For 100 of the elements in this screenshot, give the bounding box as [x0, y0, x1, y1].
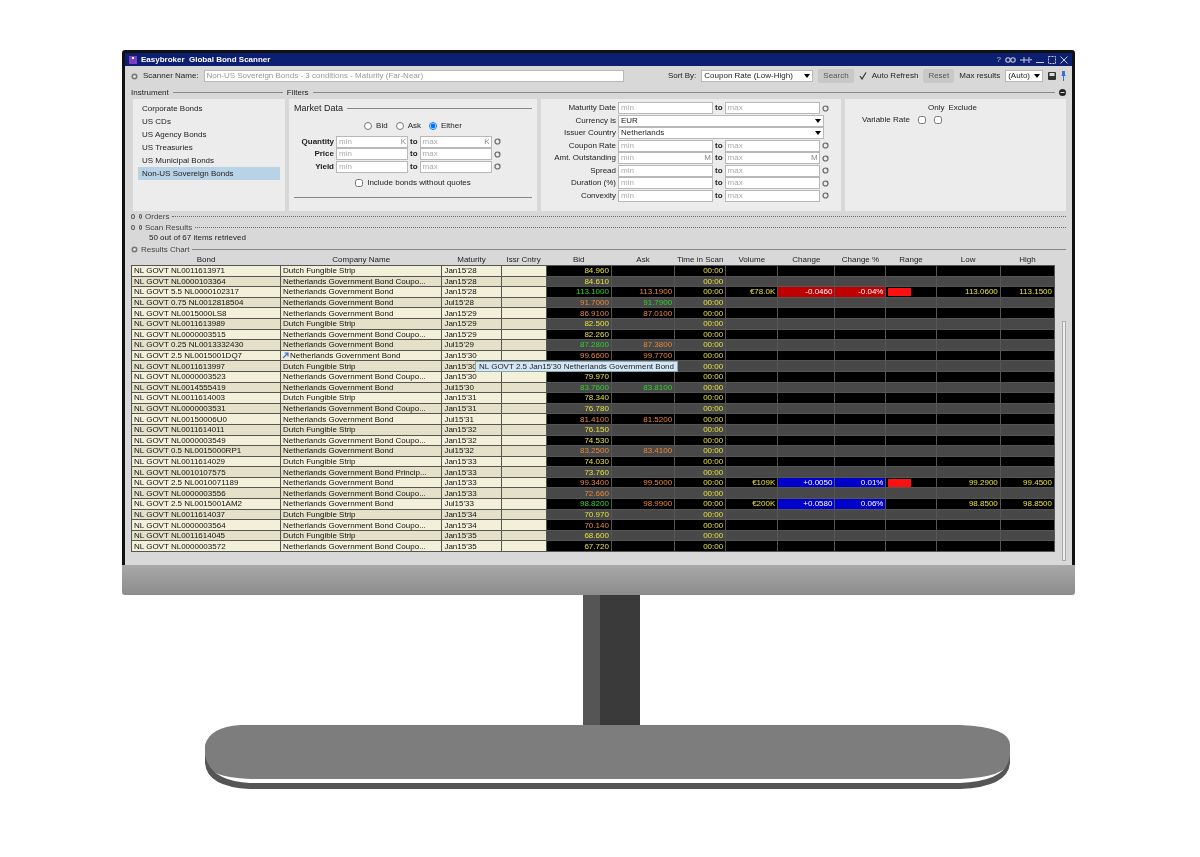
refresh-icon[interactable]	[821, 154, 829, 162]
min-field[interactable]: min	[618, 102, 713, 115]
table-cell: NL GOVT NL0000003556	[134, 488, 226, 498]
max-field[interactable]: max	[724, 164, 820, 177]
column-header[interactable]: Time in Scan	[674, 255, 726, 266]
help-button[interactable]: ?	[996, 55, 1001, 64]
table-cell: 00:00	[703, 308, 724, 318]
table-cell: NL GOVT 0.25 NL0013332430	[134, 340, 244, 350]
table-cell: 82.500	[584, 319, 609, 329]
filter-label: Issuer Country	[562, 127, 616, 140]
save-icon[interactable]	[1048, 72, 1056, 80]
change-cell: -0.04%	[834, 286, 886, 298]
maximize-icon[interactable]	[1048, 55, 1056, 64]
refresh-icon[interactable]	[493, 150, 501, 158]
table-cell: 70.970	[584, 510, 609, 519]
table-cell: 76.780	[584, 404, 609, 413]
table-cell: €200K	[752, 499, 776, 509]
refresh-icon[interactable]	[821, 192, 829, 200]
refresh-icon[interactable]	[821, 179, 829, 187]
flag-label: Variable Rate	[862, 114, 910, 126]
close-icon[interactable]	[1060, 55, 1068, 64]
instrument-item[interactable]: US Municipal Bonds	[138, 154, 280, 167]
table-cell: 113.1900	[639, 287, 673, 297]
sort-by-label: Sort By:	[667, 70, 697, 82]
filter-label: Duration (%)	[570, 177, 616, 190]
checkbox[interactable]	[355, 179, 364, 187]
table-cell: Jan15'31	[444, 404, 477, 413]
link-icon[interactable]	[1005, 56, 1016, 63]
dropdown[interactable]: EUR	[618, 114, 824, 127]
table-cell: 91.7000	[579, 298, 609, 307]
min-field[interactable]: min	[618, 189, 713, 202]
sort-by-dropdown[interactable]: Coupon Rate (Low-High)	[701, 70, 814, 82]
table-cell: 84.960	[584, 266, 609, 276]
max-results-label: Max results	[959, 70, 1001, 82]
refresh-icon[interactable]	[821, 167, 829, 175]
table-cell: NL GOVT NL0010107575	[134, 467, 226, 477]
checkbox[interactable]	[917, 116, 926, 124]
table-cell: 00:00	[703, 404, 724, 413]
column-header[interactable]: Bond	[131, 255, 281, 266]
table-cell: Jan15'33	[444, 488, 477, 498]
min-field[interactable]: min	[336, 148, 408, 161]
max-field[interactable]: max	[724, 102, 820, 115]
column-header[interactable]: Range	[886, 255, 936, 266]
column-header[interactable]: Company Name	[280, 255, 442, 266]
filter-label: Convexity	[579, 189, 616, 202]
table-cell: NL GOVT NL0011614003	[134, 393, 226, 403]
max-field[interactable]: max	[419, 160, 492, 173]
collapse-icon[interactable]	[1059, 89, 1066, 96]
dropdown[interactable]: Netherlands	[618, 127, 824, 140]
column-header[interactable]: High	[1000, 255, 1055, 266]
checkmark-icon[interactable]	[858, 72, 867, 80]
instrument-item[interactable]: US Agency Bonds	[138, 128, 280, 141]
min-field[interactable]: min	[618, 177, 713, 190]
refresh-icon[interactable]	[821, 104, 829, 112]
refresh-icon[interactable]	[821, 142, 829, 150]
column-header[interactable]: Maturity	[441, 255, 502, 266]
table-cell: 78.340	[584, 393, 609, 403]
column-header[interactable]: Change %	[834, 255, 886, 266]
table-cell: Jan15'35	[444, 531, 477, 540]
radio-button[interactable]	[429, 121, 437, 130]
instrument-item[interactable]: Non-US Sovereign Bonds	[138, 167, 280, 180]
instrument-item[interactable]: US Treasuries	[138, 141, 280, 154]
min-field[interactable]: min	[618, 139, 713, 152]
pin-icon[interactable]	[1061, 71, 1066, 81]
instrument-item[interactable]: Corporate Bonds	[138, 102, 280, 115]
min-field[interactable]: min	[336, 160, 408, 173]
radio-button[interactable]	[395, 121, 404, 130]
table-cell: Netherlands Government Bond	[290, 351, 401, 360]
scrollbar[interactable]	[1062, 321, 1066, 561]
checkbox[interactable]	[933, 116, 942, 124]
dock-icon[interactable]	[1020, 56, 1032, 63]
table-cell: NL GOVT NL0011613997	[134, 361, 226, 371]
table-cell: NL GOVT NL00150006U0	[134, 414, 227, 424]
table-cell: 87.2800	[579, 340, 609, 350]
unit-label: M	[704, 153, 711, 164]
instrument-item[interactable]: US CDs	[138, 115, 280, 128]
max-results-dropdown[interactable]: (Auto)	[1005, 70, 1043, 82]
column-header[interactable]: Change	[777, 255, 835, 266]
max-field[interactable]: max	[419, 148, 492, 161]
search-button[interactable]: Search	[818, 69, 854, 83]
unit-label: K	[400, 136, 406, 147]
reset-button[interactable]: Reset	[923, 69, 955, 83]
table-cell: 99.6600	[579, 351, 609, 360]
max-field[interactable]: max	[724, 139, 820, 152]
column-header[interactable]: Ask	[611, 255, 675, 266]
min-field[interactable]: min	[618, 164, 713, 177]
refresh-icon[interactable]	[493, 163, 501, 171]
table-cell: 74.030	[584, 457, 609, 466]
radio-button[interactable]	[364, 121, 373, 130]
column-header[interactable]: Low	[936, 255, 1001, 266]
table-cell: Jul15'33	[444, 499, 474, 509]
table-cell: 00:00	[703, 520, 724, 530]
table-cell: 82.260	[584, 330, 609, 339]
column-header[interactable]: Volume	[725, 255, 778, 266]
max-field[interactable]: max	[724, 177, 820, 190]
table-cell: NL GOVT NL0000003572	[134, 541, 226, 551]
column-header[interactable]: Bid	[546, 255, 612, 266]
refresh-icon[interactable]	[493, 138, 501, 146]
column-header[interactable]: Issr Cntry	[501, 255, 546, 266]
max-field[interactable]: max	[724, 189, 820, 202]
